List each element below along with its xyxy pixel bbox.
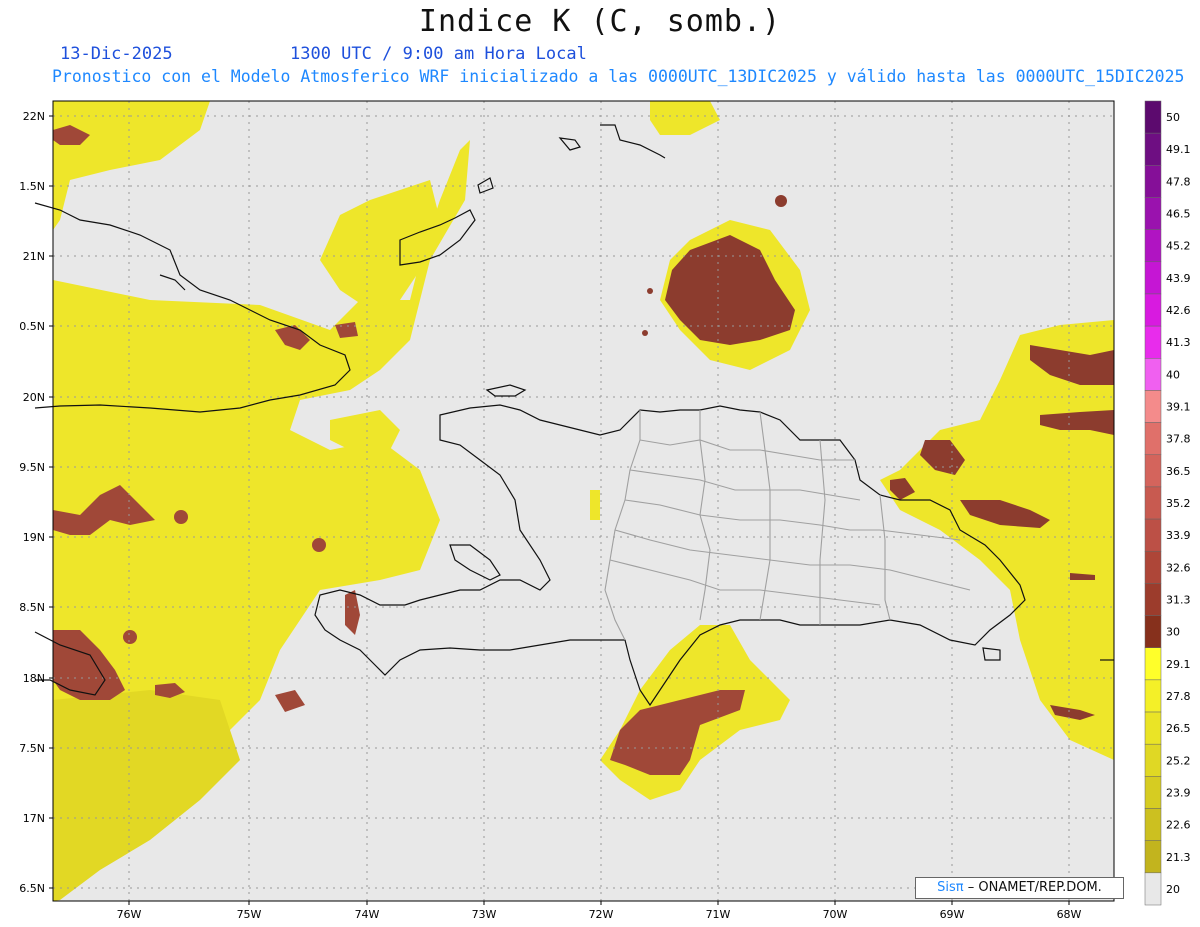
field-brown-dot-5 <box>174 510 188 524</box>
legend-swatch <box>1144 808 1162 841</box>
legend-swatch <box>1144 229 1162 263</box>
legend-label: 41.3 <box>1166 336 1191 349</box>
legend-swatch <box>1144 454 1162 488</box>
legend-label: 31.3 <box>1166 593 1191 606</box>
legend-label: 46.5 <box>1166 208 1191 221</box>
lat-label: 9.5N <box>19 461 45 474</box>
lon-label: 76W <box>117 908 142 921</box>
legend-swatch <box>1144 165 1162 198</box>
legend-swatch <box>1144 840 1162 874</box>
lat-label: 1.5N <box>19 180 45 193</box>
lat-label: 18N <box>23 672 45 685</box>
lat-label: 21N <box>23 250 45 263</box>
lon-label: 73W <box>472 908 497 921</box>
legend-label: 47.8 <box>1166 175 1191 188</box>
field-patch-2 <box>590 490 600 520</box>
legend-swatch <box>1144 197 1162 230</box>
legend-label: 22.6 <box>1166 819 1191 832</box>
legend-label: 25.2 <box>1166 754 1191 767</box>
legend-swatch <box>1144 615 1162 648</box>
lat-label: 20N <box>23 391 45 404</box>
lon-label: 75W <box>237 908 262 921</box>
lat-label: 0.5N <box>19 320 45 333</box>
legend-label: 20 <box>1166 883 1180 896</box>
lon-label: 70W <box>823 908 848 921</box>
field-brown-dot-3 <box>642 330 648 336</box>
legend-label: 43.9 <box>1166 272 1191 285</box>
legend-swatch <box>1144 390 1162 423</box>
legend-label: 50 <box>1166 111 1180 124</box>
legend-label: 45.2 <box>1166 240 1191 253</box>
legend-swatch <box>1144 647 1162 681</box>
legend-swatch <box>1144 583 1162 616</box>
lat-label: 8.5N <box>19 601 45 614</box>
lon-label: 74W <box>355 908 380 921</box>
lon-label: 72W <box>589 908 614 921</box>
legend-label: 26.5 <box>1166 722 1191 735</box>
lat-label: 17N <box>23 812 45 825</box>
legend-swatch <box>1144 325 1162 359</box>
lat-label: 6.5N <box>19 882 45 895</box>
lat-label: 7.5N <box>19 742 45 755</box>
lon-label: 69W <box>940 908 965 921</box>
legend-label: 23.9 <box>1166 786 1191 799</box>
legend: 50 49.1 47.8 46.5 45.2 43.9 42.6 41.3 40 39.1 37.8… <box>1144 100 1191 906</box>
legend-label: 36.5 <box>1166 465 1191 478</box>
credit-org: – ONAMET/REP.DOM. <box>967 880 1102 895</box>
legend-swatch <box>1144 486 1162 520</box>
legend-swatch <box>1144 776 1162 809</box>
field-brown-dot-1 <box>775 195 787 207</box>
legend-swatch <box>1144 422 1162 456</box>
lon-ticks: 76W 75W 74W 73W 72W 71W 70W 69W 68W <box>117 901 1082 921</box>
legend-label: 32.6 <box>1166 561 1191 574</box>
legend-swatch <box>1144 100 1162 134</box>
field-brown-dot-2 <box>647 288 653 294</box>
legend-label: 29.1 <box>1166 658 1191 671</box>
legend-swatch <box>1144 872 1162 906</box>
legend-swatch <box>1144 261 1162 295</box>
legend-swatch <box>1144 358 1162 391</box>
credit-box: Sisπ – ONAMET/REP.DOM. <box>915 877 1124 899</box>
map-canvas: 76W 75W 74W 73W 72W 71W 70W 69W 68W 22N 1.5N 21N 0.… <box>19 100 1191 921</box>
legend-label: 33.9 <box>1166 529 1191 542</box>
lat-label: 19N <box>23 531 45 544</box>
legend-swatch <box>1144 679 1162 713</box>
legend-swatch <box>1144 132 1162 166</box>
lat-label: 22N <box>23 110 45 123</box>
legend-label: 37.8 <box>1166 433 1191 446</box>
legend-label: 40 <box>1166 368 1180 381</box>
legend-label: 35.2 <box>1166 497 1191 510</box>
lon-label: 71W <box>706 908 731 921</box>
legend-label: 39.1 <box>1166 401 1191 414</box>
legend-label: 49.1 <box>1166 143 1191 156</box>
legend-swatch <box>1144 711 1162 745</box>
field-brown-dot-6 <box>123 630 137 644</box>
lon-label: 68W <box>1057 908 1082 921</box>
legend-swatch <box>1144 518 1162 552</box>
lat-ticks: 22N 1.5N 21N 0.5N 20N 9.5N 19N 8.5N 18N 7.5N 17N 6.… <box>19 110 53 895</box>
legend-swatch <box>1144 550 1162 584</box>
credit-logo: Sisπ <box>937 880 964 895</box>
legend-label: 27.8 <box>1166 690 1191 703</box>
legend-swatch <box>1144 743 1162 777</box>
legend-label: 30 <box>1166 626 1180 639</box>
legend-swatch <box>1144 293 1162 327</box>
legend-label: 42.6 <box>1166 304 1191 317</box>
legend-label: 21.3 <box>1166 851 1191 864</box>
field-brown-dot-4 <box>312 538 326 552</box>
